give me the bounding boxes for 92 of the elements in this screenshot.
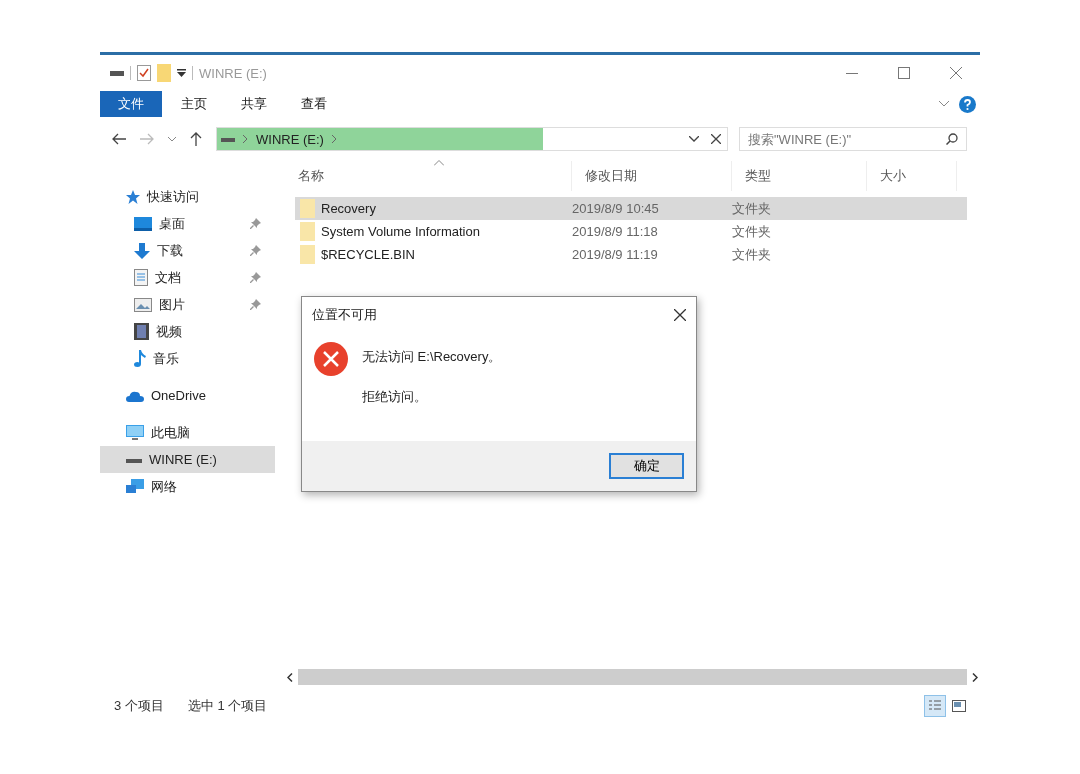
up-arrow-icon[interactable] <box>190 132 202 146</box>
star-icon <box>126 189 140 204</box>
column-header[interactable]: 名称 <box>285 161 572 191</box>
file-type: 文件夹 <box>732 199 771 218</box>
help-icon[interactable] <box>959 95 976 113</box>
sidebar-label: 此电脑 <box>151 423 190 442</box>
pin-icon[interactable] <box>250 245 261 256</box>
error-detail: 拒绝访问。 <box>362 388 428 406</box>
address-bar[interactable]: WINRE (E:) <box>216 127 728 151</box>
scroll-right-icon[interactable] <box>972 672 978 682</box>
sidebar-item[interactable]: OneDrive <box>100 382 275 409</box>
pin-icon[interactable] <box>250 218 261 229</box>
window-title: WINRE (E:) <box>199 65 267 81</box>
close-icon[interactable] <box>711 134 721 144</box>
scroll-left-icon[interactable] <box>287 672 293 682</box>
sidebar-label: OneDrive <box>151 388 206 403</box>
file-name: Recovery <box>321 201 376 216</box>
date-modified: 2019/8/9 11:19 <box>572 247 658 262</box>
monitor-icon <box>126 424 144 441</box>
sidebar-item[interactable]: 桌面 <box>100 210 275 237</box>
selection-count: 选中 1 个项目 <box>187 697 268 715</box>
sidebar-label: 视频 <box>156 322 182 341</box>
close-icon[interactable] <box>674 309 686 321</box>
pin-icon[interactable] <box>250 299 261 310</box>
sort-caret-icon <box>433 160 444 166</box>
sidebar-label: WINRE (E:) <box>149 452 217 467</box>
error-message: 无法访问 E:\Recovery。 <box>362 348 502 366</box>
date-modified: 2019/8/9 10:45 <box>572 201 659 216</box>
image-icon <box>134 297 152 312</box>
ribbon-tab[interactable]: 主页 <box>166 91 222 117</box>
column-header[interactable]: 修改日期 <box>572 161 732 191</box>
sidebar-label: 音乐 <box>153 349 179 368</box>
sidebar-item[interactable]: 文档 <box>100 264 275 291</box>
details-list-icon <box>928 699 942 713</box>
folder-icon <box>300 245 315 264</box>
cloud-icon <box>126 389 144 402</box>
column-header[interactable]: 类型 <box>732 161 867 191</box>
search-field[interactable]: 搜索"WINRE (E:)" <box>739 127 967 151</box>
pin-icon[interactable] <box>250 272 261 283</box>
image-pane-icon <box>952 700 966 712</box>
download-arrow-icon <box>134 242 150 259</box>
dropdown-icon[interactable] <box>177 69 186 77</box>
sidebar-item[interactable]: 此电脑 <box>100 419 275 446</box>
item-count: 3 个项目 <box>114 697 164 715</box>
ribbon-tab[interactable]: 共享 <box>226 91 282 117</box>
document-icon <box>134 269 148 286</box>
dialog-title: 位置不可用 <box>312 306 377 324</box>
sidebar-item[interactable]: 快速访问 <box>100 183 275 210</box>
sidebar-item[interactable]: 视频 <box>100 318 275 345</box>
sidebar-label: 下载 <box>157 241 183 260</box>
film-icon <box>134 323 149 340</box>
chevron-right-icon[interactable] <box>331 135 337 143</box>
chevron-right-icon[interactable] <box>243 135 248 143</box>
sidebar-label: 桌面 <box>159 214 185 233</box>
ribbon-tab[interactable]: 查看 <box>286 91 342 117</box>
file-name: $RECYCLE.BIN <box>321 247 415 262</box>
sidebar-item[interactable]: WINRE (E:) <box>100 446 275 473</box>
sidebar-item[interactable]: 下载 <box>100 237 275 264</box>
column-label: 类型 <box>745 167 771 185</box>
error-icon <box>314 342 348 376</box>
file-row[interactable]: System Volume Information 2019/8/9 11:18 文件夹 <box>295 220 967 243</box>
folder-icon <box>300 199 315 218</box>
column-label: 名称 <box>298 167 324 185</box>
sidebar-item[interactable]: 网络 <box>100 473 275 500</box>
drive-icon[interactable] <box>110 68 124 78</box>
breadcrumb[interactable]: WINRE (E:) <box>256 131 324 147</box>
sidebar-item[interactable]: 音乐 <box>100 345 275 372</box>
checklist-icon[interactable] <box>137 65 151 81</box>
column-label: 修改日期 <box>585 167 637 185</box>
sidebar-label: 快速访问 <box>147 187 199 206</box>
search-icon[interactable] <box>946 133 958 145</box>
file-name: System Volume Information <box>321 224 480 239</box>
file-row[interactable]: Recovery 2019/8/9 10:45 文件夹 <box>295 197 967 220</box>
file-type: 文件夹 <box>732 245 771 264</box>
ok-button[interactable]: 确定 <box>609 453 684 479</box>
sidebar-label: 图片 <box>159 295 185 314</box>
sidebar-label: 网络 <box>151 477 177 496</box>
music-note-icon <box>134 350 146 367</box>
file-type: 文件夹 <box>732 222 771 241</box>
maximize-icon[interactable] <box>898 67 910 79</box>
back-arrow-icon[interactable] <box>112 133 126 145</box>
network-icon <box>126 478 144 495</box>
file-row[interactable]: $RECYCLE.BIN 2019/8/9 11:19 文件夹 <box>295 243 967 266</box>
sidebar-item[interactable]: 图片 <box>100 291 275 318</box>
sidebar-label: 文档 <box>155 268 181 287</box>
chevron-down-icon[interactable] <box>689 136 699 142</box>
folder-icon <box>300 222 315 241</box>
column-header[interactable]: 大小 <box>867 161 957 191</box>
date-modified: 2019/8/9 11:18 <box>572 224 658 239</box>
desktop-icon <box>134 216 152 231</box>
column-label: 大小 <box>880 167 906 185</box>
ribbon-tab[interactable]: 文件 <box>100 91 162 117</box>
